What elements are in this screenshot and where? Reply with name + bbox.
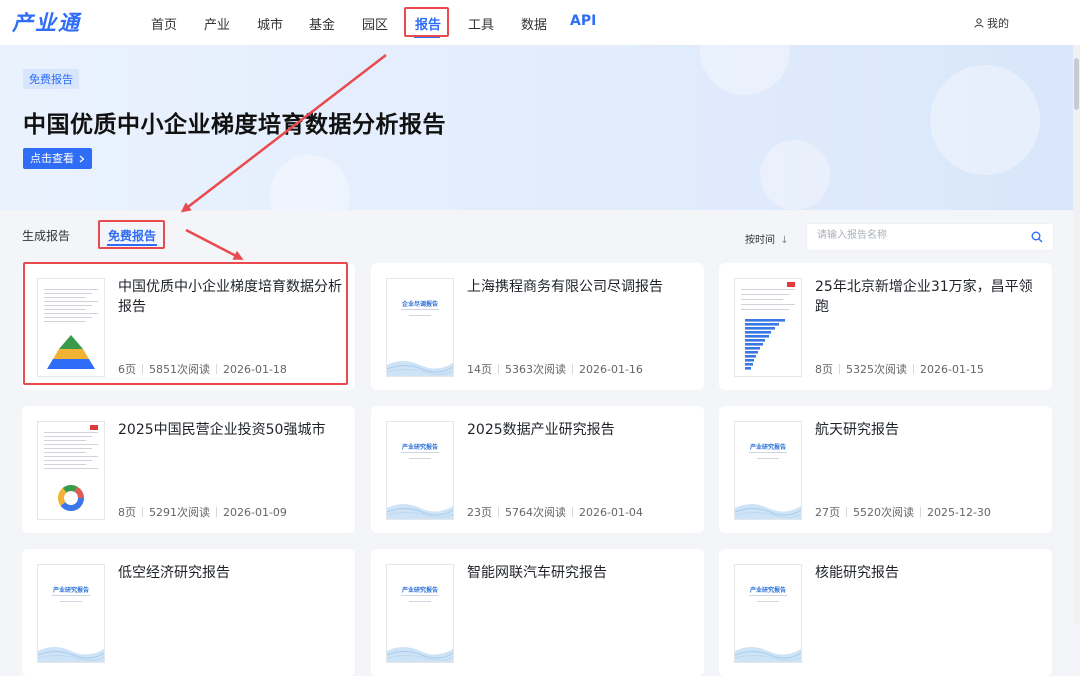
report-thumbnail: 产业研究报告: [734, 421, 802, 520]
report-title[interactable]: 2025中国民营企业投资50强城市: [118, 420, 343, 440]
hero-banner: 免费报告 中国优质中小企业梯度培育数据分析报告 点击查看: [0, 45, 1073, 210]
nav-data[interactable]: 数据: [521, 14, 547, 33]
sort-by-time[interactable]: 按时间 ↓: [745, 231, 789, 246]
report-date: 2026-01-04: [579, 505, 643, 519]
thumbnail-heading: 产业研究报告: [52, 587, 89, 594]
sort-label: 按时间: [745, 235, 775, 246]
search-icon[interactable]: [1031, 231, 1043, 243]
report-title[interactable]: 2025数据产业研究报告: [467, 420, 692, 440]
report-reads: 5363次阅读: [505, 363, 566, 376]
report-thumbnail: [37, 421, 105, 520]
sort-down-icon: ↓: [780, 235, 789, 246]
meta-divider: [142, 507, 143, 517]
view-report-button[interactable]: 点击查看: [23, 148, 92, 169]
report-title[interactable]: 智能网联汽车研究报告: [467, 563, 692, 583]
report-thumbnail: 企业尽调报告: [386, 278, 454, 377]
report-card[interactable]: 产业研究报告 2025数据产业研究报告 23页 5764次阅读 2026-01-04: [371, 406, 704, 533]
report-meta: 14页 5363次阅读 2026-01-16: [467, 361, 643, 377]
report-thumbnail: [734, 278, 802, 377]
decor-bubble: [700, 45, 790, 95]
chevron-right-icon: [79, 155, 85, 162]
nav-park[interactable]: 园区: [362, 14, 388, 33]
report-pages: 14页: [467, 363, 492, 376]
report-meta: 8页 5325次阅读 2026-01-15: [815, 361, 984, 377]
report-meta: 27页 5520次阅读 2025-12-30: [815, 504, 991, 520]
report-reads: 5291次阅读: [149, 506, 210, 519]
top-navigation-bar: 产业通 首页 产业 城市 基金 园区 报告 工具 数据 API 我的: [0, 0, 1080, 46]
thumbnail-heading: 产业研究报告: [749, 587, 786, 594]
meta-divider: [498, 364, 499, 374]
meta-divider: [572, 507, 573, 517]
report-title[interactable]: 上海携程商务有限公司尽调报告: [467, 277, 692, 297]
report-card[interactable]: 产业研究报告 航天研究报告 27页 5520次阅读 2025-12-30: [719, 406, 1052, 533]
user-icon: [974, 18, 984, 28]
decor-bubble: [760, 140, 830, 210]
report-thumbnail: 产业研究报告: [37, 564, 105, 663]
site-logo[interactable]: 产业通: [12, 7, 81, 37]
tab-generate-report[interactable]: 生成报告: [22, 227, 70, 244]
nav-api[interactable]: API: [570, 13, 596, 29]
report-card[interactable]: 产业研究报告 核能研究报告: [719, 549, 1052, 676]
report-thumbnail: 产业研究报告: [734, 564, 802, 663]
nav-industry[interactable]: 产业: [204, 14, 230, 33]
user-label: 我的: [987, 17, 1009, 30]
report-date: 2026-01-16: [579, 362, 643, 376]
decor-bubble: [270, 155, 350, 210]
report-title[interactable]: 核能研究报告: [815, 563, 1040, 583]
nav-tools[interactable]: 工具: [468, 14, 494, 33]
report-card[interactable]: 25年北京新增企业31万家，昌平领跑 8页 5325次阅读 2026-01-15: [719, 263, 1052, 390]
decor-bubble: [930, 65, 1040, 175]
report-thumbnail: 产业研究报告: [386, 564, 454, 663]
report-meta: 8页 5291次阅读 2026-01-09: [118, 504, 287, 520]
meta-divider: [498, 507, 499, 517]
nav-fund[interactable]: 基金: [309, 14, 335, 33]
scrollbar-thumb[interactable]: [1074, 58, 1079, 110]
thumbnail-heading: 企业尽调报告: [401, 301, 438, 308]
report-pages: 27页: [815, 506, 840, 519]
meta-divider: [572, 364, 573, 374]
thumbnail-heading: 产业研究报告: [401, 587, 438, 594]
meta-divider: [846, 507, 847, 517]
meta-divider: [839, 364, 840, 374]
meta-divider: [920, 507, 921, 517]
report-title[interactable]: 航天研究报告: [815, 420, 1040, 440]
report-card[interactable]: 企业尽调报告 上海携程商务有限公司尽调报告 14页 5363次阅读 2026-01-16: [371, 263, 704, 390]
report-card[interactable]: 产业研究报告 智能网联汽车研究报告: [371, 549, 704, 676]
annotation-box-nav-report: [404, 7, 449, 37]
annotation-box-free-tab: [98, 220, 165, 249]
annotation-box-first-card: [23, 262, 348, 385]
report-date: 2025-12-30: [927, 505, 991, 519]
report-reads: 5520次阅读: [853, 506, 914, 519]
report-date: 2026-01-09: [223, 505, 287, 519]
report-card[interactable]: 2025中国民营企业投资50强城市 8页 5291次阅读 2026-01-09: [22, 406, 355, 533]
search-box[interactable]: [806, 223, 1054, 251]
report-pages: 8页: [118, 506, 136, 519]
report-reads: 5764次阅读: [505, 506, 566, 519]
report-thumbnail: 产业研究报告: [386, 421, 454, 520]
report-card[interactable]: 产业研究报告 低空经济研究报告: [22, 549, 355, 676]
report-pages: 8页: [815, 363, 833, 376]
report-title[interactable]: 25年北京新增企业31万家，昌平领跑: [815, 277, 1040, 317]
report-title[interactable]: 低空经济研究报告: [118, 563, 343, 583]
free-report-tag: 免费报告: [23, 69, 79, 89]
meta-divider: [913, 364, 914, 374]
scrollbar-track[interactable]: [1073, 45, 1080, 624]
arrow-tab-to-card: [185, 228, 244, 260]
thumbnail-heading: 产业研究报告: [401, 444, 438, 451]
user-menu[interactable]: 我的: [974, 15, 1009, 31]
report-pages: 23页: [467, 506, 492, 519]
banner-title: 中国优质中小企业梯度培育数据分析报告: [23, 112, 446, 138]
thumbnail-heading: 产业研究报告: [749, 444, 786, 451]
search-input[interactable]: [815, 229, 1019, 242]
nav-home[interactable]: 首页: [151, 14, 177, 33]
nav-city[interactable]: 城市: [257, 14, 283, 33]
view-report-label: 点击查看: [30, 152, 74, 165]
report-reads: 5325次阅读: [846, 363, 907, 376]
report-date: 2026-01-15: [920, 362, 984, 376]
meta-divider: [216, 507, 217, 517]
report-meta: 23页 5764次阅读 2026-01-04: [467, 504, 643, 520]
